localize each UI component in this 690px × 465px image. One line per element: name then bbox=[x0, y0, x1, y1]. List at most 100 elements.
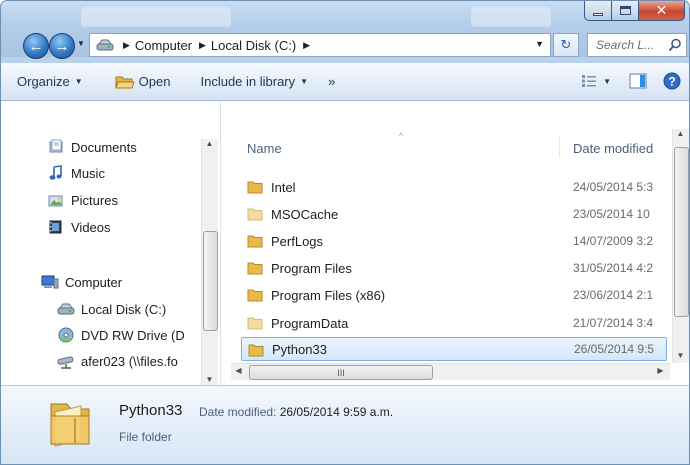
folder-icon bbox=[247, 289, 263, 302]
close-button[interactable]: ✕ bbox=[639, 1, 685, 21]
nav-item-local-disk[interactable]: Local Disk (C:) bbox=[57, 297, 166, 321]
breadcrumb-separator[interactable]: ▶ bbox=[303, 40, 310, 51]
nav-item-pictures[interactable]: Pictures bbox=[47, 188, 118, 212]
recent-pages-dropdown[interactable]: ▼ bbox=[77, 39, 85, 48]
dvd-drive-icon bbox=[57, 327, 75, 343]
nav-item-network-drive[interactable]: afer023 (\\files.fo bbox=[57, 349, 178, 373]
search-box[interactable] bbox=[587, 33, 687, 57]
nav-item-videos[interactable]: Videos bbox=[47, 215, 111, 239]
explorer-window: ✕ ← → ▼ ▶ Computer ▶ Local Disk (C:) ▶ ▼… bbox=[0, 0, 690, 465]
command-bar: Organize ▼ Open Include in library ▼ » ▼ bbox=[1, 63, 689, 101]
organize-button[interactable]: Organize ▼ bbox=[1, 63, 93, 100]
help-icon: ? bbox=[663, 72, 681, 90]
title-bar-blur bbox=[471, 7, 551, 27]
open-button[interactable]: Open bbox=[93, 63, 181, 100]
nav-item-label: DVD RW Drive (D bbox=[81, 327, 185, 343]
details-date-modified-label: Date modified: bbox=[199, 405, 277, 419]
chevron-down-icon: ▼ bbox=[74, 77, 83, 86]
more-commands-button[interactable]: » bbox=[318, 63, 345, 100]
breadcrumb-local-disk[interactable]: Local Disk (C:) bbox=[211, 38, 296, 53]
forward-button[interactable]: → bbox=[49, 33, 75, 59]
file-date-modified: 26/05/2014 9:5 bbox=[574, 342, 655, 356]
nav-item-label: Music bbox=[71, 165, 105, 181]
include-in-library-label: Include in library bbox=[200, 74, 296, 89]
file-row[interactable]: PerfLogs 14/07/2009 3:2 bbox=[241, 229, 667, 253]
navigation-scrollbar[interactable]: ▲ ▼ bbox=[201, 139, 218, 385]
preview-pane-button[interactable] bbox=[629, 73, 647, 89]
file-row[interactable]: Program Files (x86) 23/06/2014 2:1 bbox=[241, 283, 667, 307]
file-list-vertical-scrollbar[interactable]: ▲ ▼ bbox=[672, 129, 689, 363]
scroll-left-arrow[interactable]: ◀ bbox=[231, 366, 246, 375]
scrollbar-thumb[interactable] bbox=[674, 147, 689, 317]
file-row[interactable]: Intel 24/05/2014 5:3 bbox=[241, 175, 667, 199]
refresh-button[interactable]: ↻ bbox=[553, 33, 579, 57]
help-button[interactable]: ? bbox=[663, 72, 681, 90]
breadcrumb-separator[interactable]: ▶ bbox=[199, 40, 206, 51]
nav-item-label: Computer bbox=[65, 274, 123, 290]
navigation-pane: Documents Music Pictures Videos Computer… bbox=[1, 101, 221, 385]
file-name: MSOCache bbox=[271, 206, 339, 222]
back-button[interactable]: ← bbox=[23, 33, 49, 59]
details-file-name: Python33 bbox=[119, 402, 183, 419]
folder-icon bbox=[247, 262, 263, 275]
scroll-up-arrow[interactable]: ▲ bbox=[202, 139, 217, 148]
forward-arrow-icon: → bbox=[54, 37, 70, 55]
nav-item-label: Pictures bbox=[71, 192, 118, 208]
breadcrumb-separator[interactable]: ▶ bbox=[123, 40, 130, 51]
sort-ascending-icon: ^ bbox=[399, 131, 404, 141]
scroll-down-arrow[interactable]: ▼ bbox=[673, 351, 688, 360]
nav-item-label: Local Disk (C:) bbox=[81, 301, 167, 317]
breadcrumb-computer[interactable]: Computer bbox=[135, 38, 192, 53]
nav-item-dvd-drive[interactable]: DVD RW Drive (D bbox=[57, 323, 185, 347]
address-bar[interactable]: ▶ Computer ▶ Local Disk (C:) ▶ ▼ bbox=[89, 33, 551, 57]
search-icon[interactable] bbox=[668, 38, 682, 52]
chevron-down-icon[interactable]: ▼ bbox=[603, 77, 611, 86]
scroll-down-arrow[interactable]: ▼ bbox=[202, 375, 217, 384]
maximize-button[interactable] bbox=[612, 1, 639, 21]
search-input[interactable] bbox=[596, 38, 670, 52]
file-list-horizontal-scrollbar[interactable]: ◀ III ▶ bbox=[231, 363, 670, 380]
file-row[interactable]: Program Files 31/05/2014 4:2 bbox=[241, 256, 667, 280]
file-row-selected[interactable]: Python33 26/05/2014 9:5 bbox=[241, 337, 667, 361]
scroll-up-arrow[interactable]: ▲ bbox=[673, 129, 688, 138]
network-drive-icon bbox=[57, 353, 75, 369]
organize-label: Organize bbox=[17, 74, 70, 89]
nav-item-computer[interactable]: Computer bbox=[41, 270, 122, 294]
drive-icon bbox=[96, 39, 114, 51]
pictures-icon bbox=[47, 192, 65, 208]
computer-icon bbox=[41, 274, 59, 290]
videos-icon bbox=[47, 219, 65, 235]
maximize-icon bbox=[619, 6, 631, 15]
close-icon: ✕ bbox=[655, 2, 668, 18]
documents-icon bbox=[47, 139, 65, 155]
scrollbar-grip: III bbox=[337, 367, 345, 378]
details-date-modified: Date modified: 26/05/2014 9:59 a.m. bbox=[199, 405, 393, 419]
file-row[interactable]: MSOCache 23/05/2014 10 bbox=[241, 202, 667, 226]
title-bar-blur bbox=[81, 7, 231, 27]
change-view-button[interactable]: ▼ bbox=[581, 74, 611, 88]
nav-item-documents[interactable]: Documents bbox=[47, 135, 137, 159]
file-date-modified: 21/07/2014 3:4 bbox=[573, 316, 654, 330]
file-name: Intel bbox=[271, 179, 296, 195]
nav-item-music[interactable]: Music bbox=[47, 161, 105, 185]
scrollbar-thumb[interactable]: III bbox=[249, 365, 433, 380]
address-dropdown[interactable]: ▼ bbox=[535, 39, 544, 49]
file-name: Program Files bbox=[271, 260, 352, 276]
file-row[interactable]: ProgramData 21/07/2014 3:4 bbox=[241, 311, 667, 335]
column-name-header[interactable]: Name bbox=[247, 141, 282, 156]
folder-icon bbox=[247, 181, 263, 194]
scroll-right-arrow[interactable]: ▶ bbox=[653, 366, 668, 375]
file-name: Python33 bbox=[272, 341, 327, 357]
include-in-library-button[interactable]: Include in library ▼ bbox=[180, 63, 318, 100]
column-header: ^ Name Date modified bbox=[231, 129, 667, 157]
hidden-folder-icon bbox=[247, 317, 263, 330]
file-date-modified: 14/07/2009 3:2 bbox=[573, 234, 654, 248]
scrollbar-thumb[interactable] bbox=[203, 231, 218, 331]
title-bar[interactable]: ✕ ← → ▼ ▶ Computer ▶ Local Disk (C:) ▶ ▼… bbox=[1, 1, 689, 59]
more-commands-label: » bbox=[328, 74, 336, 89]
content-area: Documents Music Pictures Videos Computer… bbox=[1, 101, 689, 385]
column-divider[interactable] bbox=[559, 135, 560, 157]
hidden-folder-icon bbox=[247, 208, 263, 221]
column-date-modified-header[interactable]: Date modified bbox=[573, 141, 653, 156]
minimize-button[interactable] bbox=[584, 1, 612, 21]
